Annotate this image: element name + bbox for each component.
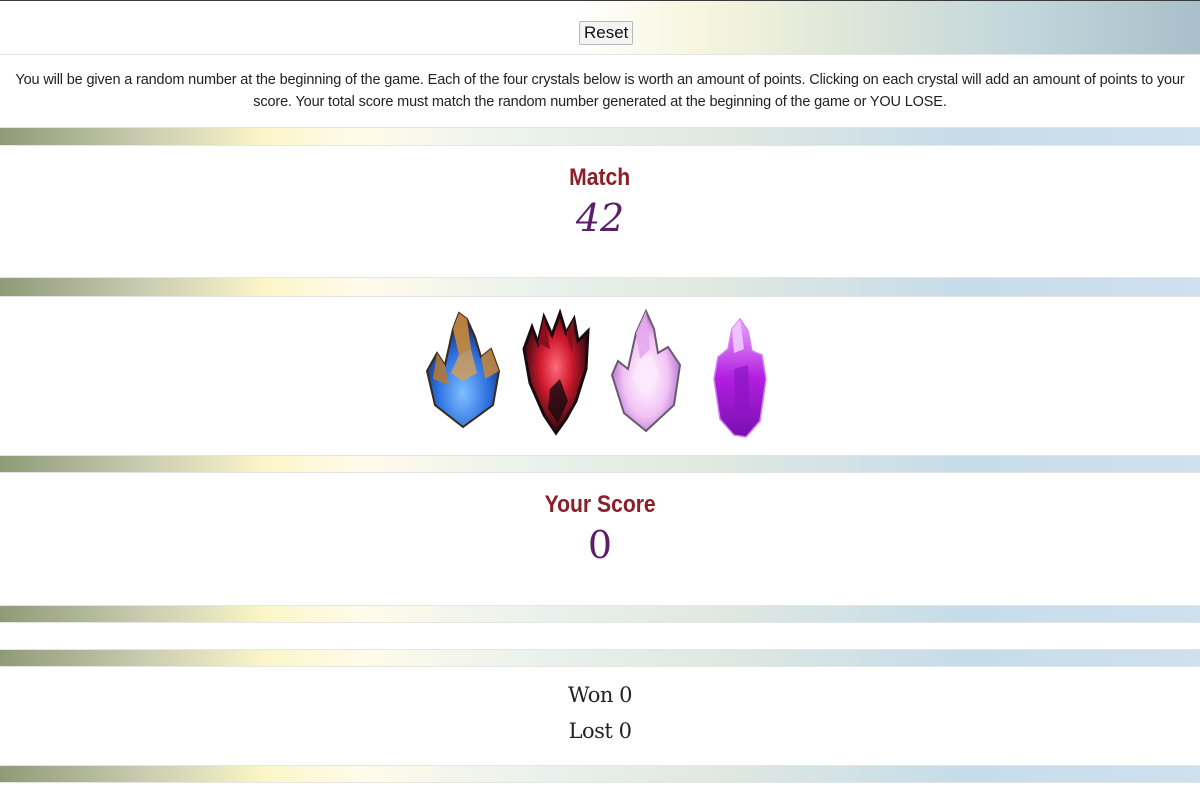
won-label: Won [568,683,613,707]
match-label: Match [569,164,631,191]
reset-button[interactable]: Reset [579,21,634,45]
won-record: Won 0 [0,677,1200,713]
lost-label: Lost [568,719,613,743]
score-panel: Your Score 0 [0,472,1200,606]
divider [0,622,1200,650]
lost-value: 0 [618,719,632,743]
instructions-text: You will be given a random number at the… [15,72,1185,110]
score-value: 0 [587,523,613,567]
record-panel: Won 0 Lost 0 [0,666,1200,766]
top-toolbar: Reset [0,0,1200,54]
purple-crystal-icon[interactable] [704,309,784,439]
instructions-panel: You will be given a random number at the… [0,54,1200,128]
score-label: Your Score [544,491,656,518]
pink-white-crystal-icon[interactable] [606,309,686,439]
blue-amber-crystal-icon[interactable] [423,309,503,439]
footer-strip [0,782,1200,793]
lost-record: Lost 0 [0,713,1200,749]
match-panel: Match 42 [0,145,1200,278]
crystal-panel [0,296,1200,456]
won-value: 0 [619,683,632,707]
red-black-crystal-icon[interactable] [516,309,596,439]
match-value: 42 [575,196,625,240]
